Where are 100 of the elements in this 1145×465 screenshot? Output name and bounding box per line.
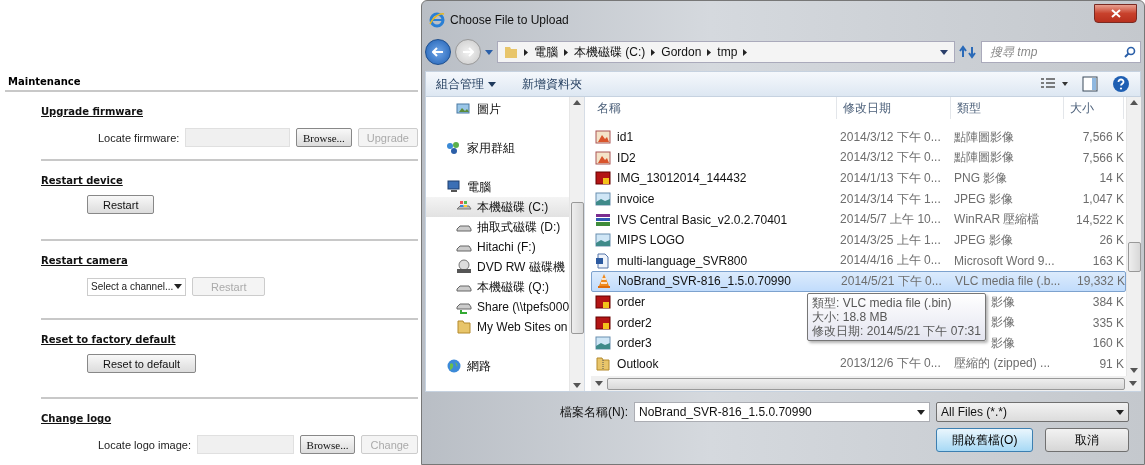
page-title: Maintenance <box>7 76 82 89</box>
view-options-icon[interactable] <box>1040 77 1068 91</box>
type-cell-text: WinRAR 壓縮檔 <box>953 211 1041 229</box>
horizontal-scrollbar[interactable] <box>591 376 1142 391</box>
file-name[interactable]: multi-language_SVR800 <box>617 253 748 268</box>
nav-item[interactable]: 電腦 <box>426 177 570 197</box>
type-cell-text: 壓縮的 (zipped) ... <box>953 355 1052 373</box>
action-button[interactable]: Reset to default <box>87 354 197 373</box>
nav-item[interactable]: 家用群組 <box>426 138 570 158</box>
caret-icon <box>917 409 925 415</box>
section-heading: Reset to factory default <box>41 334 177 345</box>
file-name[interactable]: IVS Central Basic_v2.0.2.70401 <box>617 212 788 227</box>
organize-menu[interactable]: 組合管理 <box>436 75 496 93</box>
nav-item[interactable]: Share (\\tpefs000 <box>426 297 570 317</box>
file-name[interactable]: invoice <box>617 192 655 207</box>
arrow-right-icon <box>462 47 474 57</box>
section-heading: Upgrade firmware <box>41 106 144 117</box>
size-cell-text: 335 K <box>1091 315 1125 330</box>
file-name[interactable]: NoBrand_SVR-816_1.5.0.70990 <box>618 274 791 289</box>
breadcrumb-item[interactable]: 電腦 <box>534 43 558 61</box>
arrow-left-icon <box>432 47 444 57</box>
file-name[interactable]: order3 <box>617 336 652 351</box>
size-cell-text: 26 K <box>1098 233 1125 248</box>
nav-item[interactable]: 網路 <box>426 356 570 376</box>
new-folder-button[interactable]: 新增資料夾 <box>522 75 582 93</box>
breadcrumb-item[interactable]: Gordon <box>661 45 702 59</box>
date-cell-text: 2014/5/7 上午 10... <box>839 211 942 229</box>
pictures-icon <box>456 101 472 117</box>
image-file-icon <box>595 149 612 166</box>
image-file-icon <box>595 335 612 352</box>
nav-item[interactable]: My Web Sites on <box>426 317 570 337</box>
file-name[interactable]: id1 <box>617 130 634 145</box>
file-type-select[interactable]: All Files (*.*) <box>936 402 1129 422</box>
chevron-icon <box>564 48 568 56</box>
browse-button[interactable]: Browse... <box>295 128 352 147</box>
section-heading: Restart camera <box>41 255 129 266</box>
type-cell-text: 影像 <box>990 314 1017 332</box>
preview-pane-icon[interactable] <box>1082 76 1098 92</box>
type-cell-text: 點陣圖影像 <box>953 149 1016 167</box>
refresh-icon[interactable] <box>959 45 977 59</box>
column-header[interactable]: 大小 <box>1064 97 1125 119</box>
size-cell-text: 91 K <box>1098 356 1125 371</box>
browse-button[interactable]: Browse... <box>299 435 356 454</box>
type-cell-text: VLC media file (.b... <box>954 274 1062 289</box>
channel-select[interactable]: Select a channel... <box>87 277 186 296</box>
search-icon <box>1124 46 1136 58</box>
size-cell-text: 7,566 K <box>1081 150 1125 165</box>
file-name[interactable]: ID2 <box>617 150 636 165</box>
nav-item[interactable]: 本機磁碟 (Q:) <box>426 277 570 297</box>
scroll-down-icon[interactable] <box>573 383 582 388</box>
caret-icon <box>485 49 493 55</box>
field-label: Locate firmware: <box>98 131 180 144</box>
action-button[interactable]: Restart <box>87 195 155 214</box>
chevron-icon <box>651 48 656 56</box>
filename-field[interactable]: NoBrand_SVR-816_1.5.0.70990 <box>634 402 930 422</box>
nav-item[interactable]: DVD RW 磁碟機 <box>426 257 570 277</box>
search-field[interactable]: 搜尋 tmp <box>981 41 1141 63</box>
image-file-icon <box>595 191 612 208</box>
column-header[interactable]: 名稱 <box>591 97 838 119</box>
back-button[interactable] <box>425 39 451 65</box>
open-button[interactable]: 開啟舊檔(O) <box>936 428 1034 452</box>
globe-icon <box>446 358 462 374</box>
breadcrumb-item[interactable]: tmp <box>717 45 738 59</box>
scrollbar[interactable] <box>1126 97 1142 376</box>
close-button[interactable] <box>1094 3 1137 23</box>
cancel-button[interactable]: 取消 <box>1045 428 1129 452</box>
scroll-down-icon[interactable] <box>1130 368 1139 373</box>
file-path-field[interactable] <box>185 128 290 147</box>
image-file-icon <box>595 294 612 311</box>
size-cell-text: 7,566 K <box>1081 130 1125 145</box>
scrollbar-thumb[interactable] <box>607 377 1126 390</box>
file-name[interactable]: IMG_13012014_144432 <box>617 171 747 186</box>
scrollbar-thumb[interactable] <box>570 201 584 334</box>
nav-item[interactable]: Hitachi (F:) <box>426 237 570 257</box>
nav-item[interactable]: 圖片 <box>426 99 570 119</box>
date-cell-text: 2014/3/25 上午 1... <box>839 231 942 249</box>
chevron-icon <box>524 48 528 56</box>
field-label: Locate logo image: <box>98 438 191 451</box>
size-cell-text: 160 K <box>1091 336 1125 351</box>
scroll-up-icon[interactable] <box>573 100 582 105</box>
file-name[interactable]: Outlook <box>617 356 659 371</box>
column-header[interactable]: 修改日期 <box>837 97 952 119</box>
caret-icon <box>1116 409 1124 415</box>
type-cell-text: JPEG 影像 <box>953 231 1014 249</box>
scrollbar[interactable] <box>569 97 585 391</box>
address-bar[interactable]: 電腦 本機磁碟 (C:) Gordon tmp <box>497 41 955 63</box>
file-name[interactable]: MIPS LOGO <box>617 233 685 248</box>
file-name[interactable]: order <box>617 295 646 310</box>
column-header[interactable]: 類型 <box>951 97 1065 119</box>
size-cell-text: 1,047 K <box>1081 192 1125 207</box>
scroll-up-icon[interactable] <box>1130 100 1139 105</box>
help-icon[interactable] <box>1112 75 1130 93</box>
date-cell-text: 2014/3/14 下午 1... <box>839 190 942 208</box>
nav-item[interactable]: 本機磁碟 (C:) <box>426 197 570 217</box>
file-name[interactable]: order2 <box>617 315 652 330</box>
size-cell-text: 14 K <box>1098 171 1125 186</box>
breadcrumb-item[interactable]: 本機磁碟 (C:) <box>574 43 646 61</box>
file-path-field[interactable] <box>196 435 294 454</box>
scrollbar-thumb[interactable] <box>1127 241 1141 272</box>
nav-item[interactable]: 抽取式磁碟 (D:) <box>426 217 570 237</box>
